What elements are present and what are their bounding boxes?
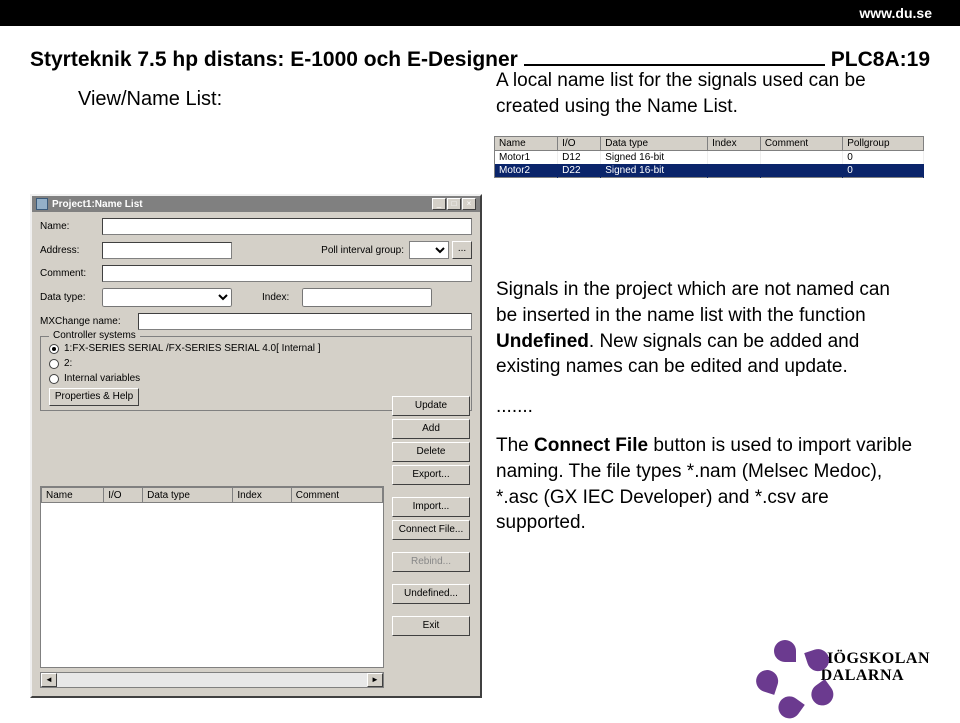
- scroll-left-icon[interactable]: ◄: [41, 673, 57, 687]
- radio-3[interactable]: Internal variables: [49, 373, 463, 384]
- signal-table: Name I/O Data type Index Comment Pollgro…: [494, 136, 924, 178]
- poll-select[interactable]: [409, 241, 449, 259]
- comment-label: Comment:: [40, 268, 102, 279]
- dialog-table-area: Name I/O Data type Index Comment: [40, 486, 384, 668]
- intro-paragraph: A local name list for the signals used c…: [496, 68, 916, 119]
- dth-datatype: Data type: [143, 488, 233, 503]
- properties-help-button[interactable]: Properties & Help: [49, 388, 139, 406]
- datatype-label: Data type:: [40, 292, 102, 303]
- undefined-button[interactable]: Undefined...: [392, 584, 470, 604]
- radio-2[interactable]: 2:: [49, 358, 463, 369]
- th-name: Name: [495, 137, 558, 151]
- add-button[interactable]: Add: [392, 419, 470, 439]
- th-comment: Comment: [760, 137, 842, 151]
- groupbox-legend: Controller systems: [49, 330, 140, 341]
- maximize-button[interactable]: □: [447, 198, 461, 210]
- dth-comment: Comment: [291, 488, 382, 503]
- exit-button[interactable]: Exit: [392, 616, 470, 636]
- th-index: Index: [708, 137, 761, 151]
- poll-label: Poll interval group:: [232, 245, 409, 256]
- delete-button[interactable]: Delete: [392, 442, 470, 462]
- minimize-button[interactable]: _: [432, 198, 446, 210]
- radio-1[interactable]: 1:FX-SERIES SERIAL /FX-SERIES SERIAL 4.0…: [49, 343, 463, 354]
- scroll-right-icon[interactable]: ►: [367, 673, 383, 687]
- radio-icon: [49, 359, 59, 369]
- logo-flower-icon: [759, 642, 811, 694]
- paragraph-2: Signals in the project which are not nam…: [496, 277, 916, 380]
- radio-icon: [49, 374, 59, 384]
- table-row[interactable]: Motor1D12Signed 16-bit0: [495, 151, 924, 165]
- import-button[interactable]: Import...: [392, 497, 470, 517]
- name-field[interactable]: [102, 218, 472, 235]
- datatype-select[interactable]: [102, 288, 232, 307]
- address-label: Address:: [40, 245, 102, 256]
- logo-text-1: HÖGSKOLAN: [821, 651, 930, 668]
- page-title: Styrteknik 7.5 hp distans: E-1000 och E-…: [30, 48, 518, 74]
- dialog-titlebar[interactable]: Project1:Name List _ □ ×: [32, 196, 480, 212]
- th-io: I/O: [558, 137, 601, 151]
- window-icon: [36, 198, 48, 210]
- name-list-dialog: Project1:Name List _ □ × Name: Address: …: [30, 194, 482, 698]
- dth-index: Index: [233, 488, 291, 503]
- update-button[interactable]: Update: [392, 396, 470, 416]
- dots: .......: [496, 394, 916, 420]
- th-pollgroup: Pollgroup: [843, 137, 924, 151]
- comment-field[interactable]: [102, 265, 472, 282]
- th-datatype: Data type: [601, 137, 708, 151]
- top-url: www.du.se: [859, 5, 932, 21]
- close-button[interactable]: ×: [462, 198, 476, 210]
- address-field[interactable]: [102, 242, 232, 259]
- horizontal-scrollbar[interactable]: ◄ ►: [40, 672, 384, 688]
- export-button[interactable]: Export...: [392, 465, 470, 485]
- mxchange-field[interactable]: [138, 313, 472, 330]
- dialog-title: Project1:Name List: [52, 199, 432, 210]
- dth-name: Name: [42, 488, 104, 503]
- hogskolan-dalarna-logo: HÖGSKOLAN DALARNA: [759, 642, 930, 694]
- name-label: Name:: [40, 221, 102, 232]
- poll-ellipsis-button[interactable]: ...: [452, 241, 472, 259]
- paragraph-3: The Connect File button is used to impor…: [496, 433, 916, 536]
- rebind-button[interactable]: Rebind...: [392, 552, 470, 572]
- index-label: Index:: [262, 292, 302, 303]
- index-field[interactable]: [302, 288, 432, 307]
- title-underline: [524, 64, 825, 66]
- radio-icon: [49, 344, 59, 354]
- connect-file-button[interactable]: Connect File...: [392, 520, 470, 540]
- dth-io: I/O: [104, 488, 143, 503]
- logo-text-2: DALARNA: [821, 668, 930, 685]
- mxchange-label: MXChange name:: [40, 316, 138, 327]
- table-row-selected[interactable]: Motor2D22Signed 16-bit0: [495, 164, 924, 178]
